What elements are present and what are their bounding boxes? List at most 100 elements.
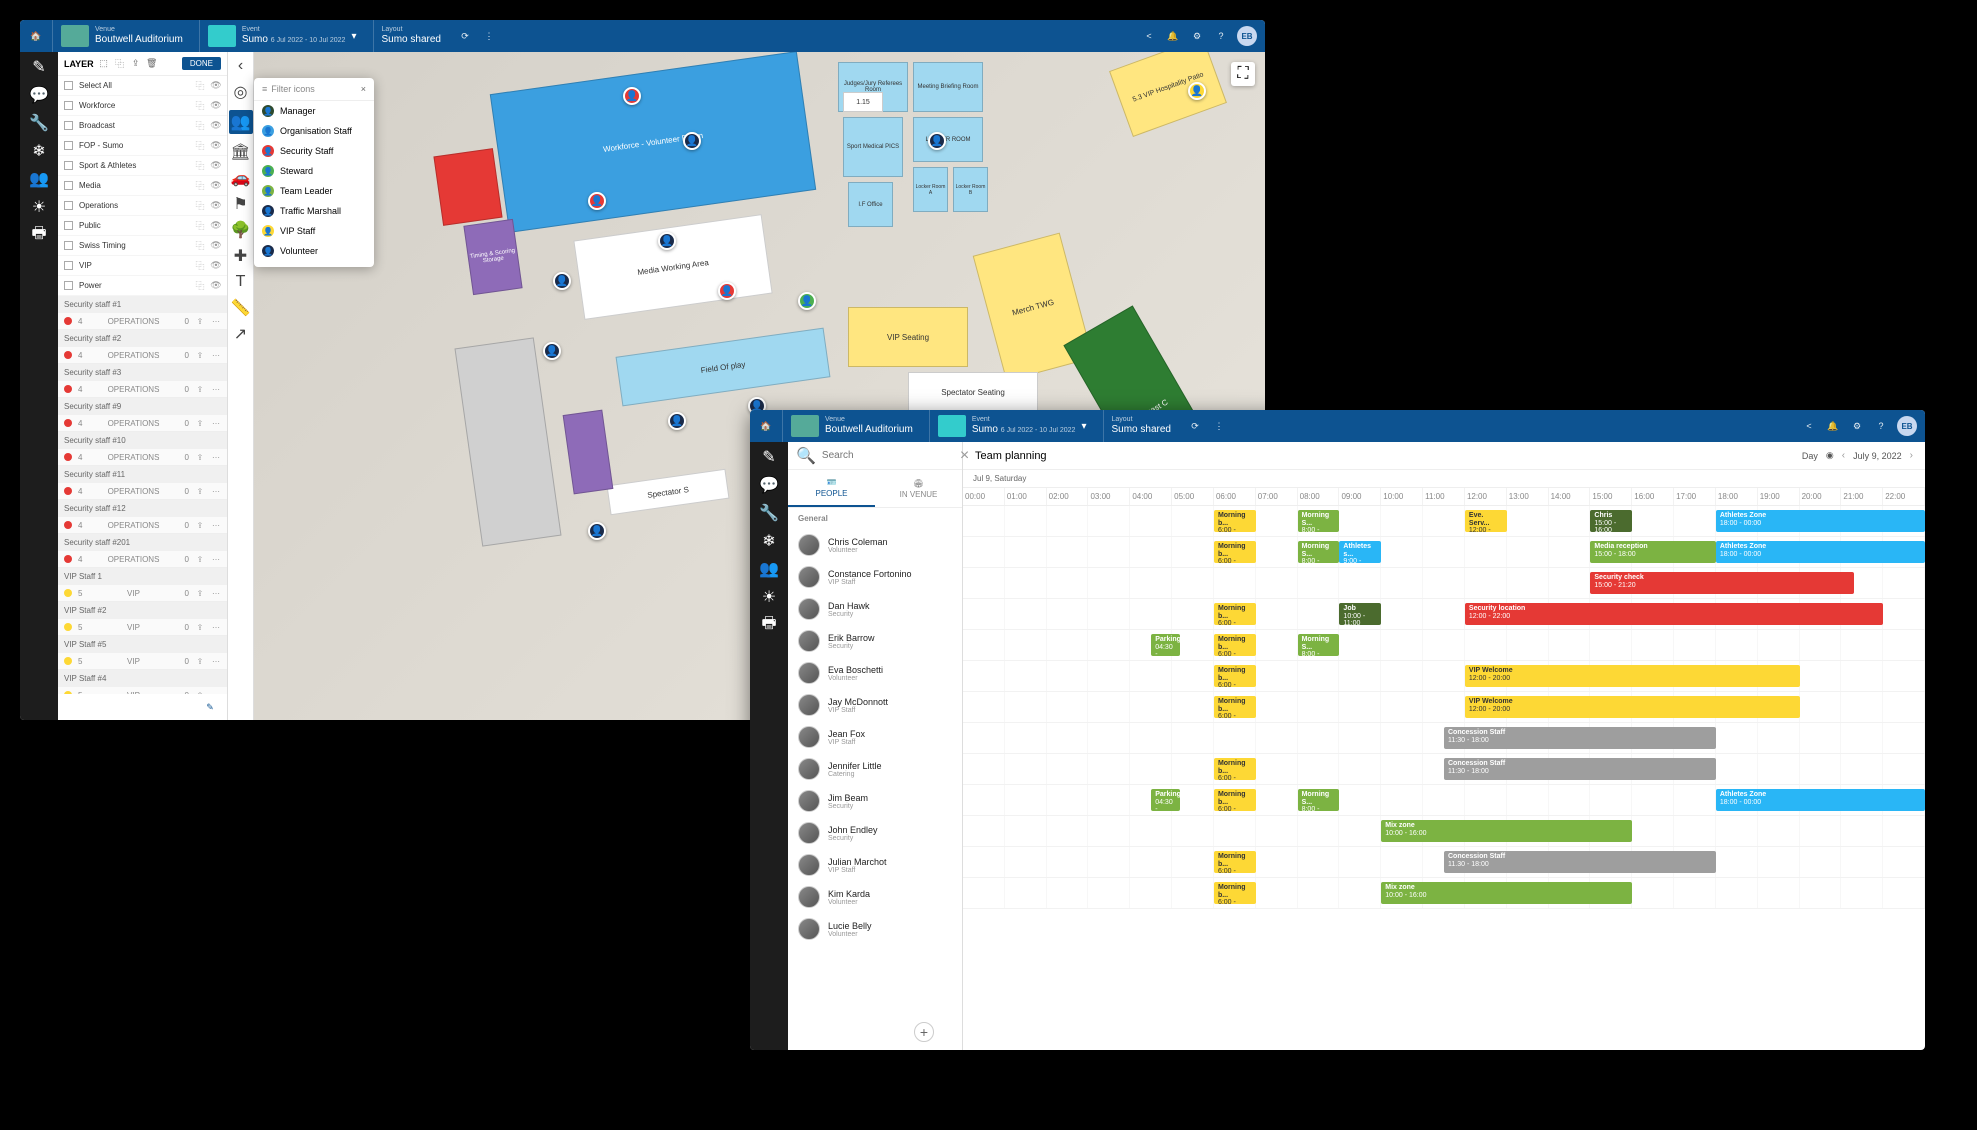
timeline-event[interactable]: Concession Staff11.30 - 18:00: [1444, 851, 1716, 873]
room-purple2[interactable]: [563, 410, 614, 495]
timeline-body[interactable]: Morning b...6:00 - 07:00 Morning S...8:00…: [963, 506, 1925, 1050]
copy-icon[interactable]: ⿻: [195, 201, 205, 211]
timeline-row[interactable]: Concession Staff11:30 - 18:00: [963, 723, 1925, 754]
copy-icon[interactable]: ⿻: [195, 181, 205, 191]
sublist-group[interactable]: VIP Staff 1 5VIP0 ⇪ ⋯: [58, 568, 227, 602]
more-icon[interactable]: ⋯: [211, 622, 221, 632]
timeline-event[interactable]: Morning b...6:00 - 07:00: [1214, 851, 1256, 873]
room-ifoffice[interactable]: I.F Office: [848, 182, 893, 227]
copy-icon[interactable]: ⿻: [195, 221, 205, 231]
timeline-row[interactable]: Parking04:30 - 05:00Morning b...6:00 - 0…: [963, 785, 1925, 816]
room-115[interactable]: 1.15: [843, 92, 883, 112]
sun-icon[interactable]: ☀: [760, 588, 778, 606]
chat-icon[interactable]: 💬: [760, 476, 778, 494]
pencil-icon[interactable]: ✎: [30, 58, 48, 76]
room-lockera[interactable]: Locker Room A: [913, 167, 948, 212]
eye-icon[interactable]: 👁: [211, 141, 221, 151]
fullscreen-icon[interactable]: ⛶: [1231, 62, 1255, 86]
layout-selector[interactable]: Layout Sumo shared: [1103, 410, 1179, 442]
close-icon[interactable]: ×: [361, 84, 366, 94]
bell-icon[interactable]: 🔔: [1825, 418, 1841, 434]
more-icon[interactable]: ⋯: [211, 452, 221, 462]
help-icon[interactable]: ?: [1873, 418, 1889, 434]
people-icon[interactable]: 👥: [30, 170, 48, 188]
room-vippatio[interactable]: 5.3 VIP Hospitality Patio: [1109, 52, 1227, 137]
target-icon[interactable]: ◎: [233, 84, 249, 100]
timeline-date[interactable]: July 9, 2022: [1853, 451, 1902, 461]
refresh-icon[interactable]: ⟳: [457, 28, 473, 44]
layer-add-icon[interactable]: ⬚: [98, 58, 110, 70]
layout-selector[interactable]: Layout Sumo shared: [373, 20, 449, 52]
filter-item[interactable]: 👤Security Staff: [254, 141, 374, 161]
layer-export-icon[interactable]: ⇪: [130, 58, 142, 70]
person-row[interactable]: Kim KardaVolunteer: [788, 881, 962, 913]
timeline-row[interactable]: Morning b...6:00 - 07:00Job10:00 - 11:00…: [963, 599, 1925, 630]
snow-icon[interactable]: ❄: [760, 532, 778, 550]
person-marker[interactable]: 👤: [588, 192, 606, 210]
copy-icon[interactable]: ⿻: [195, 101, 205, 111]
eye-icon[interactable]: 👁: [211, 201, 221, 211]
checkbox[interactable]: [64, 81, 73, 90]
layer-del-icon[interactable]: 🗑: [146, 58, 158, 70]
sublist-group[interactable]: Security staff #1 4OPERATIONS0 ⇪ ⋯: [58, 296, 227, 330]
people-tool-icon[interactable]: 👥: [229, 110, 253, 134]
timeline-event[interactable]: Morning S...8:00 - 09:00: [1298, 634, 1340, 656]
layer-row[interactable]: Swiss Timing ⿻ 👁: [58, 236, 227, 256]
timeline-event[interactable]: Morning b...6:00 - 07:00: [1214, 634, 1256, 656]
user-avatar[interactable]: EB: [1237, 26, 1257, 46]
timeline-event[interactable]: Security check15:00 - 21:20: [1590, 572, 1854, 594]
more-icon[interactable]: ⋯: [211, 350, 221, 360]
layer-row[interactable]: VIP ⿻ 👁: [58, 256, 227, 276]
share-icon[interactable]: ⇪: [195, 622, 205, 632]
person-row[interactable]: John EndleySecurity: [788, 817, 962, 849]
timeline-event[interactable]: Parking04:30 - 05:00: [1151, 789, 1180, 811]
share-icon[interactable]: ⇪: [195, 486, 205, 496]
layer-row[interactable]: Broadcast ⿻ 👁: [58, 116, 227, 136]
timeline-event[interactable]: Athletes Zone18:00 - 00:00: [1716, 789, 1925, 811]
person-marker[interactable]: 👤: [683, 132, 701, 150]
more-icon[interactable]: ⋯: [211, 656, 221, 666]
add-button[interactable]: +: [914, 1022, 934, 1042]
person-row[interactable]: Jennifer LittleCatering: [788, 753, 962, 785]
person-row[interactable]: Constance FortoninoVIP Staff: [788, 561, 962, 593]
share-icon[interactable]: ⇪: [195, 656, 205, 666]
ruler-icon[interactable]: 📏: [233, 300, 249, 316]
print-icon[interactable]: 🖶: [30, 226, 48, 244]
filter-item[interactable]: 👤Manager: [254, 101, 374, 121]
person-row[interactable]: Lucie BellyVolunteer: [788, 913, 962, 945]
room-meeting[interactable]: Meeting Briefing Room: [913, 62, 983, 112]
timeline-event[interactable]: VIP Welcome12:00 - 20:00: [1465, 696, 1800, 718]
layer-row[interactable]: Sport & Athletes ⿻ 👁: [58, 156, 227, 176]
share-icon[interactable]: <: [1141, 28, 1157, 44]
timeline-event[interactable]: VIP Welcome12:00 - 20:00: [1465, 665, 1800, 687]
timeline-row[interactable]: Morning b...6:00 - 07:00Concession Staff…: [963, 754, 1925, 785]
timeline-event[interactable]: Athletes s...9:00 - 10:00: [1339, 541, 1381, 563]
more-icon[interactable]: ⋯: [211, 384, 221, 394]
checkbox[interactable]: [64, 261, 73, 270]
checkbox[interactable]: [64, 141, 73, 150]
timeline-event[interactable]: Mix zone10:00 - 16:00: [1381, 882, 1632, 904]
room-spectator2[interactable]: Spectator S: [606, 469, 729, 515]
room-sportmed[interactable]: Sport Medical PICS: [843, 117, 903, 177]
more-icon[interactable]: ⋯: [211, 554, 221, 564]
timeline-event[interactable]: Morning b...6:00 - 07:00: [1214, 758, 1256, 780]
share-icon[interactable]: <: [1801, 418, 1817, 434]
person-row[interactable]: Julian MarchotVIP Staff: [788, 849, 962, 881]
eye-icon[interactable]: 👁: [211, 241, 221, 251]
view-selector[interactable]: Day: [1802, 451, 1818, 461]
timeline-event[interactable]: Mix zone10:00 - 16:00: [1381, 820, 1632, 842]
layer-row[interactable]: FOP - Sumo ⿻ 👁: [58, 136, 227, 156]
user-avatar[interactable]: EB: [1897, 416, 1917, 436]
chat-icon[interactable]: 💬: [30, 86, 48, 104]
timeline-event[interactable]: Morning b...6:00 - 07:00: [1214, 665, 1256, 687]
person-marker[interactable]: 👤: [1188, 82, 1206, 100]
timeline-event[interactable]: Eve. Serv...12:00 - 13:00: [1465, 510, 1507, 532]
copy-icon[interactable]: ⿻: [195, 81, 205, 91]
room-vipseat[interactable]: VIP Seating: [848, 307, 968, 367]
room-spectator[interactable]: Spectator Seating: [908, 372, 1038, 412]
snow-icon[interactable]: ❄: [30, 142, 48, 160]
checkbox[interactable]: [64, 181, 73, 190]
share-icon[interactable]: ⇪: [195, 520, 205, 530]
home-icon[interactable]: 🏠: [758, 418, 774, 434]
person-marker[interactable]: 👤: [798, 292, 816, 310]
